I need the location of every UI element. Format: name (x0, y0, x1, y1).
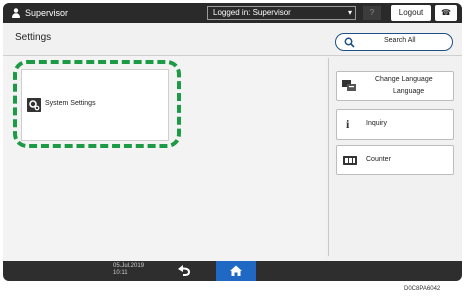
phone-icon: ☎ (441, 8, 451, 17)
change-language-label: Change Language (375, 76, 433, 83)
help-button[interactable]: ? (363, 6, 381, 20)
inquiry-label: Inquiry (366, 120, 388, 127)
logout-button[interactable]: Logout (391, 5, 431, 21)
language-icon (342, 80, 356, 91)
login-status[interactable]: Logged in: Supervisor ▾ (207, 6, 356, 20)
counter-label: Counter (366, 156, 391, 163)
home-button[interactable] (216, 261, 256, 281)
device-screen: Supervisor Logged in: Supervisor ▾ ? Log… (3, 3, 462, 281)
bottom-bar: 05.Jul.2019 10:11 (3, 261, 462, 281)
date-text: 05.Jul.2019 (113, 263, 145, 269)
counter-button[interactable]: Counter (336, 145, 454, 175)
back-button[interactable] (163, 261, 203, 281)
back-arrow-icon (178, 265, 190, 276)
info-icon: i (346, 117, 350, 131)
date-time: 05.Jul.2019 10:11 (113, 263, 144, 277)
counter-icon (343, 156, 357, 165)
login-status-text: Logged in: Supervisor (213, 8, 291, 17)
top-bar: Supervisor Logged in: Supervisor ▾ ? Log… (3, 3, 462, 23)
time-text: 10:11 (113, 270, 128, 276)
page-title: Settings (15, 32, 52, 43)
home-icon (230, 265, 242, 276)
phone-button[interactable]: ☎ (435, 5, 457, 21)
language-label: Language (393, 88, 425, 95)
search-all-label: Search All (384, 37, 416, 44)
highlight-frame (13, 60, 181, 148)
inquiry-button[interactable]: i Inquiry (336, 109, 454, 140)
user-name: Supervisor (25, 8, 69, 18)
chevron-down-icon: ▾ (347, 8, 352, 17)
search-all-button[interactable]: Search All (335, 33, 453, 51)
change-language-button[interactable]: Change Language Language (336, 71, 454, 101)
search-icon (344, 37, 355, 48)
column-divider (328, 58, 329, 256)
figure-code: D0C8PA6042 (404, 286, 441, 292)
user-icon (12, 8, 20, 18)
help-icon: ? (369, 8, 375, 17)
